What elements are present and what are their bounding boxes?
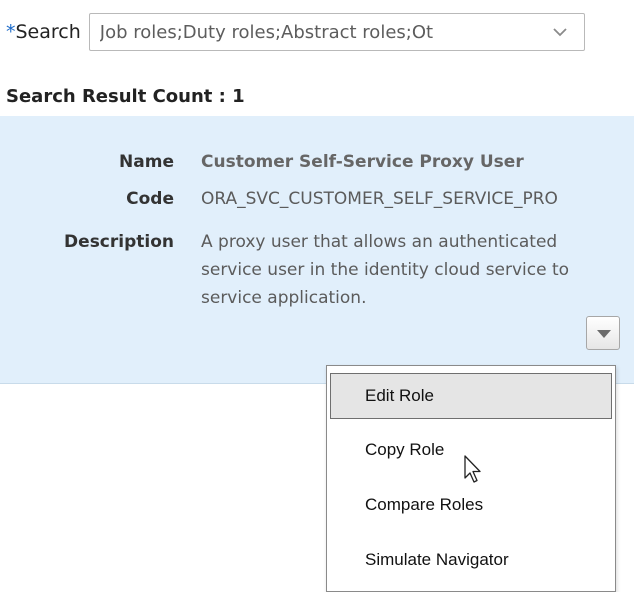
description-line: service user in the identity cloud servi… <box>201 260 570 280</box>
description-line: A proxy user that allows an authenticate… <box>201 232 558 252</box>
search-select-value: Job roles;Duty roles;Abstract roles;Ot <box>99 21 434 43</box>
code-label: Code <box>126 189 174 209</box>
name-label: Name <box>119 152 174 172</box>
triangle-down-icon <box>597 330 611 338</box>
role-code: ORA_SVC_CUSTOMER_SELF_SERVICE_PRO <box>201 189 558 209</box>
search-row: *Search Job roles;Duty roles;Abstract ro… <box>6 12 585 52</box>
menu-item-simulate-navigator[interactable]: Simulate Navigator <box>330 537 612 583</box>
result-panel: Name Customer Self-Service Proxy User Co… <box>0 116 634 384</box>
search-label-text: Search <box>15 21 81 43</box>
menu-item-edit-role[interactable]: Edit Role <box>330 373 612 419</box>
mouse-pointer-icon <box>464 455 481 483</box>
menu-item-compare-roles[interactable]: Compare Roles <box>330 482 612 528</box>
row-actions-button[interactable] <box>586 316 620 350</box>
search-result-count: Search Result Count : 1 <box>6 86 245 107</box>
description-line: service application. <box>201 288 367 308</box>
chevron-down-icon[interactable] <box>550 22 570 42</box>
role-name[interactable]: Customer Self-Service Proxy User <box>201 152 524 172</box>
required-marker: * <box>6 21 16 43</box>
description-label: Description <box>64 232 174 252</box>
search-role-type-select[interactable]: Job roles;Duty roles;Abstract roles;Ot <box>88 13 585 51</box>
search-label: *Search <box>6 21 81 43</box>
